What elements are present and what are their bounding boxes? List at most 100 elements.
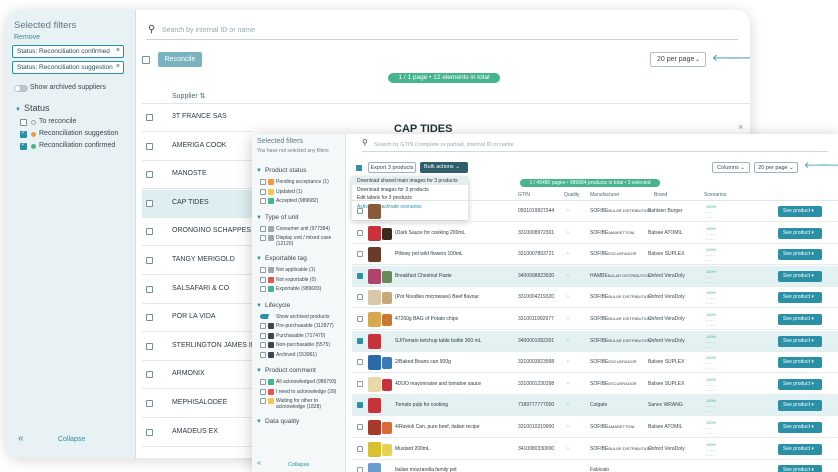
select-all-checkbox[interactable]: [142, 56, 150, 64]
filter-checkbox[interactable]: [260, 286, 266, 292]
supplier-row[interactable]: ARMONIX: [142, 361, 252, 390]
row-checkbox[interactable]: [357, 424, 363, 430]
row-checkbox[interactable]: [357, 251, 363, 258]
per-page-select[interactable]: 20 per page ⌄: [754, 162, 798, 173]
see-product-button[interactable]: See product ▾: [778, 400, 822, 412]
close-icon[interactable]: ×: [116, 47, 120, 54]
see-product-button[interactable]: See product ▾: [778, 270, 822, 282]
product-row[interactable]: (Dark Sauce for cooking 200mL 33100089723…: [352, 223, 838, 244]
filter-section-title[interactable]: ▼ Product status: [256, 167, 307, 174]
supplier-row[interactable]: SALSAFARI & CO: [142, 276, 252, 304]
row-checkbox[interactable]: [146, 371, 153, 379]
row-checkbox[interactable]: [146, 314, 153, 322]
close-icon[interactable]: ×: [738, 122, 743, 132]
filter-checkbox[interactable]: [260, 198, 266, 204]
supplier-row[interactable]: 3T FRANCE SAS: [142, 104, 252, 132]
product-row[interactable]: Breakfast Chestnut Paste 3400998823930 ◔ HA…: [352, 265, 838, 287]
filter-checkbox[interactable]: [260, 398, 266, 404]
filter-checkbox[interactable]: [260, 267, 266, 273]
show-archived-toggle[interactable]: [14, 85, 28, 92]
row-checkbox[interactable]: [357, 337, 363, 344]
filter-section-title[interactable]: ▼ Lifecycle: [256, 302, 290, 309]
filter-checkbox[interactable]: [260, 351, 266, 358]
product-row[interactable]: Tomato pulp for cooking 7189777777000 ◔ Col…: [352, 395, 838, 417]
close-icon[interactable]: ×: [116, 63, 120, 70]
show-archived-toggle[interactable]: [260, 313, 273, 320]
row-checkbox[interactable]: [357, 445, 363, 452]
bulk-actions-button[interactable]: Bulk actions ⌄: [420, 162, 468, 173]
row-checkbox[interactable]: [146, 428, 153, 436]
supplier-search-input[interactable]: ⚲ Search by internal ID or name: [146, 24, 738, 40]
supplier-column-header[interactable]: Supplier ⇅: [172, 92, 206, 100]
manufacturer-column-header[interactable]: Manufacturer: [590, 192, 619, 198]
product-row[interactable]: 4/Ravioli Can, pure beef, italian recipe…: [352, 417, 838, 438]
row-checkbox[interactable]: [146, 228, 153, 236]
see-product-button[interactable]: See product ▾: [778, 227, 822, 239]
see-product-button[interactable]: See product ▾: [778, 292, 822, 304]
filter-checkbox[interactable]: [260, 342, 266, 348]
menu-item-download-shared-images[interactable]: Download shared main images for 3 produc…: [352, 176, 468, 185]
columns-button[interactable]: Columns ⌄: [712, 162, 750, 173]
see-product-button[interactable]: See product ▾: [778, 378, 822, 390]
status-checkbox-suggestion[interactable]: [20, 129, 27, 138]
row-checkbox[interactable]: [146, 342, 153, 350]
filter-section-title[interactable]: ▼ Product comment: [256, 367, 316, 374]
row-checkbox[interactable]: [357, 208, 363, 214]
filter-checkbox[interactable]: [260, 276, 266, 283]
see-product-button[interactable]: See product ▾: [778, 249, 822, 261]
see-product-button[interactable]: See product ▾: [778, 422, 822, 433]
supplier-row[interactable]: AMERIGA COOK: [142, 133, 252, 161]
filter-checkbox[interactable]: [260, 235, 266, 241]
row-checkbox[interactable]: [146, 142, 153, 150]
next-page-arrow-icon[interactable]: 🡒: [818, 160, 838, 171]
supplier-row[interactable]: AMADEUS EX: [142, 419, 252, 447]
row-checkbox[interactable]: [357, 402, 363, 409]
supplier-row[interactable]: STERLINGTON JAMES INC: [142, 333, 261, 361]
per-page-select[interactable]: 20 per page ⌄: [650, 52, 706, 67]
product-row[interactable]: Italian mozzarella family pot Fabicato Se…: [352, 460, 838, 472]
filter-checkbox[interactable]: [260, 188, 266, 195]
filter-checkbox[interactable]: [260, 379, 266, 385]
see-product-button[interactable]: See product ▾: [778, 206, 822, 217]
row-checkbox[interactable]: [146, 400, 153, 407]
see-product-button[interactable]: See product ▾: [778, 443, 822, 455]
brand-column-header[interactable]: Brand: [654, 192, 667, 198]
row-checkbox[interactable]: [146, 285, 153, 293]
row-checkbox[interactable]: [357, 229, 363, 236]
row-checkbox[interactable]: [146, 199, 153, 207]
filter-chip-confirmed[interactable]: Status: Reconciliation confirmed ×: [12, 45, 124, 58]
row-checkbox[interactable]: [357, 272, 363, 279]
see-product-button[interactable]: See product ▾: [778, 465, 822, 472]
see-product-button[interactable]: See product ▾: [778, 335, 822, 347]
row-checkbox[interactable]: [357, 294, 363, 301]
filter-checkbox[interactable]: [260, 323, 266, 329]
supplier-row[interactable]: ORONGINO SCHAPPES: [142, 218, 252, 247]
product-row[interactable]: 2/Baked Beans can 500g 3310003823998 ◔ SOFI…: [352, 352, 838, 374]
supplier-row[interactable]: MEPHISALODEE: [142, 390, 252, 418]
row-checkbox[interactable]: [357, 359, 363, 366]
supplier-row[interactable]: CAP TIDES: [142, 189, 252, 218]
collapse-sidebar-button[interactable]: Collapse: [288, 462, 309, 468]
scenarios-column-header[interactable]: Scenarios: [704, 192, 726, 198]
filter-section-title[interactable]: ▼ Type of unit: [256, 214, 299, 221]
row-checkbox[interactable]: [146, 171, 153, 179]
row-checkbox[interactable]: [357, 467, 363, 472]
product-row[interactable]: Pillowy pot wild flowers 100mL 3310007893…: [352, 244, 838, 266]
filter-section-title[interactable]: ▼ Data quality: [256, 418, 299, 425]
filter-checkbox[interactable]: [260, 388, 266, 395]
collapse-sidebar-button[interactable]: Collapse: [58, 436, 85, 443]
filter-checkbox[interactable]: [260, 332, 266, 339]
product-search-input[interactable]: ⚲ Search by GTIN (complete or partial), …: [362, 138, 828, 152]
row-checkbox[interactable]: [146, 257, 153, 264]
quality-column-header[interactable]: Quality: [564, 192, 580, 198]
status-checkbox-confirmed[interactable]: [20, 141, 27, 150]
filter-checkbox[interactable]: [260, 225, 266, 232]
collapse-chevron-icon[interactable]: «: [257, 460, 261, 467]
gtin-column-header[interactable]: GTIN: [518, 192, 530, 198]
collapse-chevron-icon[interactable]: «: [18, 433, 24, 444]
filter-chip-suggestion[interactable]: Status: Reconciliation suggestion ×: [12, 61, 124, 74]
see-product-button[interactable]: See product ▾: [778, 314, 822, 325]
export-products-button[interactable]: Export 3 products: [368, 162, 416, 173]
filter-section-title[interactable]: ▼ Exportable tag: [256, 255, 307, 262]
status-checkbox-to-reconcile[interactable]: [20, 119, 27, 126]
